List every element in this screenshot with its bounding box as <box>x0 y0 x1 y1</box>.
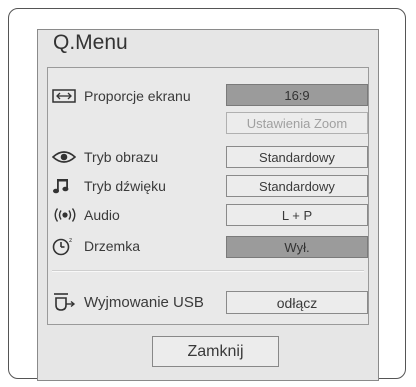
option-label: Wyjmowanie USB <box>84 293 204 311</box>
sleep-timer-value[interactable]: Wył. <box>226 236 368 258</box>
option-audio[interactable]: Audio <box>52 203 120 227</box>
divider <box>52 270 364 272</box>
audio-signal-icon <box>52 207 84 223</box>
option-label: Tryb dźwięku <box>84 178 166 194</box>
zoom-settings-button: Ustawienia Zoom <box>226 112 368 134</box>
option-aspect-ratio[interactable]: Proporcje ekranu <box>52 84 191 108</box>
audio-value[interactable]: L + P <box>226 204 368 226</box>
usb-eject-icon <box>52 292 84 312</box>
usb-eject-button[interactable]: odłącz <box>226 291 368 314</box>
option-label: Drzemka <box>84 238 141 254</box>
close-button[interactable]: Zamknij <box>152 336 279 367</box>
option-picture-mode[interactable]: Tryb obrazu <box>52 145 158 169</box>
aspect-ratio-value[interactable]: 16:9 <box>226 84 368 106</box>
option-sleep-timer[interactable]: z Drzemka <box>52 234 140 258</box>
sleep-clock-icon: z <box>52 236 84 256</box>
option-label: Audio <box>84 207 120 223</box>
option-label: Tryb obrazu <box>84 149 159 165</box>
eye-icon <box>52 150 84 164</box>
option-usb-eject[interactable]: Wyjmowanie USB <box>52 290 204 314</box>
svg-text:z: z <box>69 237 72 244</box>
aspect-ratio-icon <box>52 89 84 103</box>
menu-title: Q.Menu <box>53 31 128 54</box>
sound-mode-value[interactable]: Standardowy <box>226 175 368 197</box>
picture-mode-value[interactable]: Standardowy <box>226 146 368 168</box>
option-sound-mode[interactable]: Tryb dźwięku <box>52 174 166 198</box>
music-note-icon <box>52 177 84 195</box>
option-label: Proporcje ekranu <box>84 88 191 104</box>
